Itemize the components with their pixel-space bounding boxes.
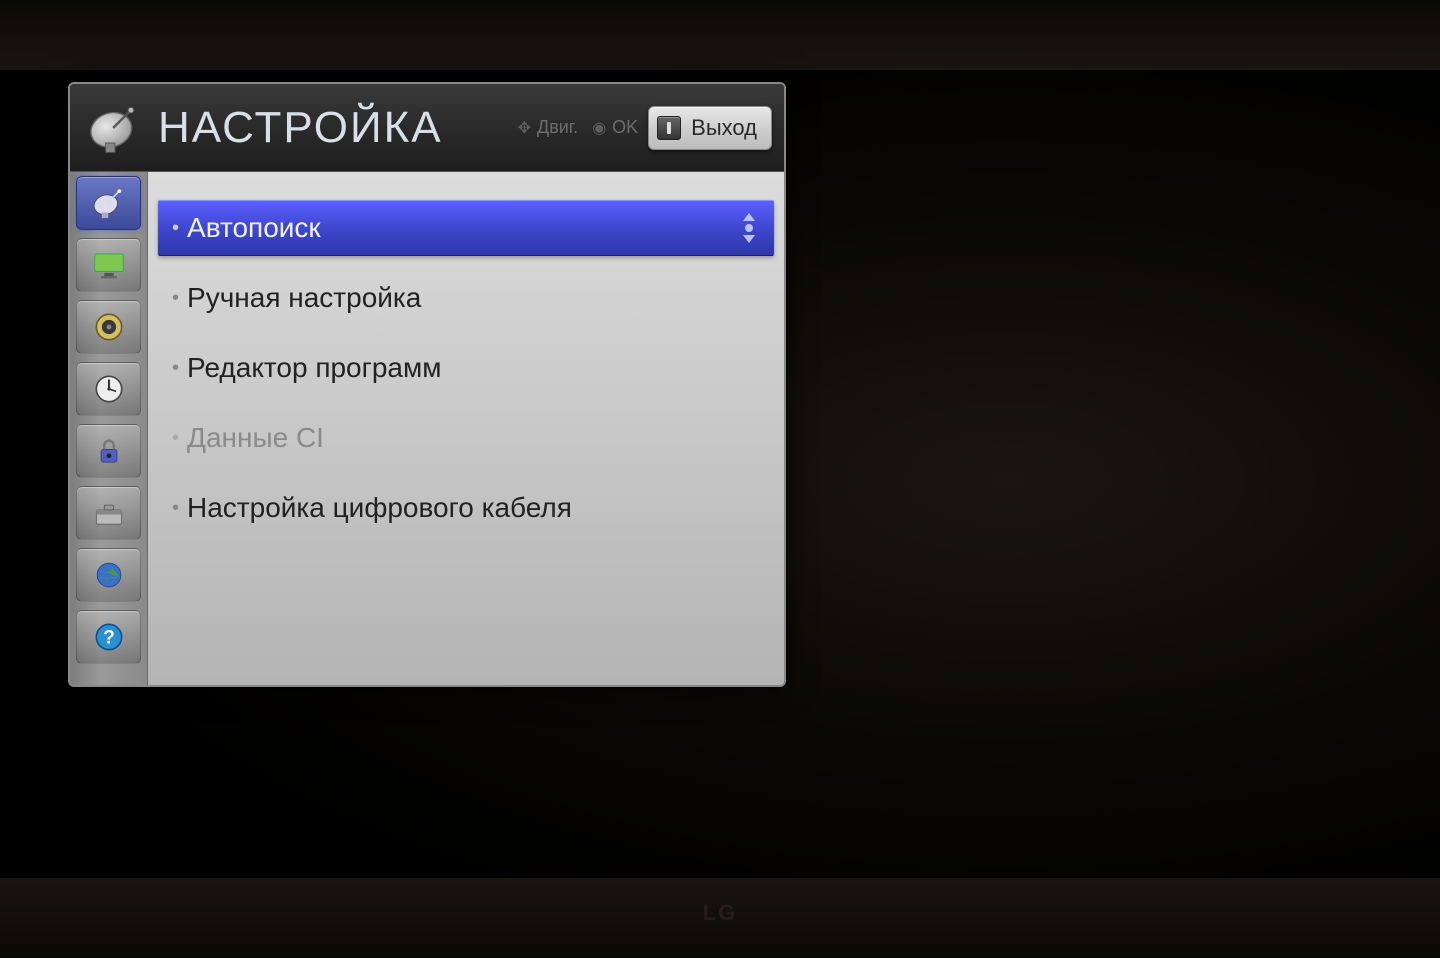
menu-item-label: Данные CI (187, 422, 324, 454)
bullet-icon: • (172, 288, 179, 308)
satellite-dish-icon (80, 93, 150, 163)
monitor-icon (90, 246, 128, 284)
sidebar-item-tuning[interactable] (76, 176, 141, 230)
sidebar-item-network[interactable] (76, 548, 141, 602)
bullet-icon: • (172, 428, 179, 448)
settings-title: НАСТРОЙКА (158, 103, 443, 153)
header-hints: ✥ Двиг. ◉ OK (518, 117, 639, 138)
exit-button-label: Выход (691, 115, 757, 141)
menu-item-label: Редактор программ (187, 352, 441, 384)
speaker-icon (90, 308, 128, 346)
settings-window: НАСТРОЙКА ✥ Двиг. ◉ OK Выход (68, 82, 786, 687)
exit-button[interactable]: Выход (648, 106, 772, 150)
toolbox-icon (90, 494, 128, 532)
sidebar-item-option[interactable] (76, 486, 141, 540)
menu-item-ci-data: • Данные CI (158, 410, 774, 466)
satellite-dish-icon (90, 184, 128, 222)
bullet-icon: • (172, 498, 179, 518)
settings-body: ? • Автопоиск • Ручная настройка • Редак… (70, 172, 784, 685)
ok-dot-icon: ◉ (592, 118, 606, 138)
menu-item-label: Ручная настройка (187, 282, 421, 314)
hint-ok-label: OK (612, 117, 638, 138)
menu-item-manual-tuning[interactable]: • Ручная настройка (158, 270, 774, 326)
sidebar-item-support[interactable]: ? (76, 610, 141, 664)
clock-icon (90, 370, 128, 408)
menu-item-label: Настройка цифрового кабеля (187, 492, 572, 524)
menu-item-program-editor[interactable]: • Редактор программ (158, 340, 774, 396)
hint-move-label: Двиг. (537, 117, 578, 138)
remote-button-icon (657, 116, 681, 140)
updown-indicator-icon (740, 213, 758, 243)
help-icon: ? (90, 618, 128, 656)
sidebar-item-time[interactable] (76, 362, 141, 416)
svg-text:?: ? (103, 627, 115, 648)
hint-ok: ◉ OK (592, 117, 638, 138)
globe-icon (90, 556, 128, 594)
settings-content: • Автопоиск • Ручная настройка • Редакто… (148, 172, 784, 685)
tv-bezel-top (0, 0, 1440, 70)
hint-move: ✥ Двиг. (518, 117, 579, 138)
menu-item-autosearch[interactable]: • Автопоиск (158, 200, 774, 256)
tv-brand-logo: LG (703, 900, 738, 926)
settings-header: НАСТРОЙКА ✥ Двиг. ◉ OK Выход (70, 84, 784, 172)
sidebar-item-lock[interactable] (76, 424, 141, 478)
sidebar-item-picture[interactable] (76, 238, 141, 292)
bullet-icon: • (172, 218, 179, 238)
menu-item-digital-cable-setup[interactable]: • Настройка цифрового кабеля (158, 480, 774, 536)
lock-icon (90, 432, 128, 470)
dpad-icon: ✥ (518, 118, 531, 138)
sidebar-item-audio[interactable] (76, 300, 141, 354)
category-sidebar: ? (70, 172, 148, 685)
menu-item-label: Автопоиск (187, 212, 321, 244)
settings-menu-list: • Автопоиск • Ручная настройка • Редакто… (158, 200, 774, 536)
bullet-icon: • (172, 358, 179, 378)
